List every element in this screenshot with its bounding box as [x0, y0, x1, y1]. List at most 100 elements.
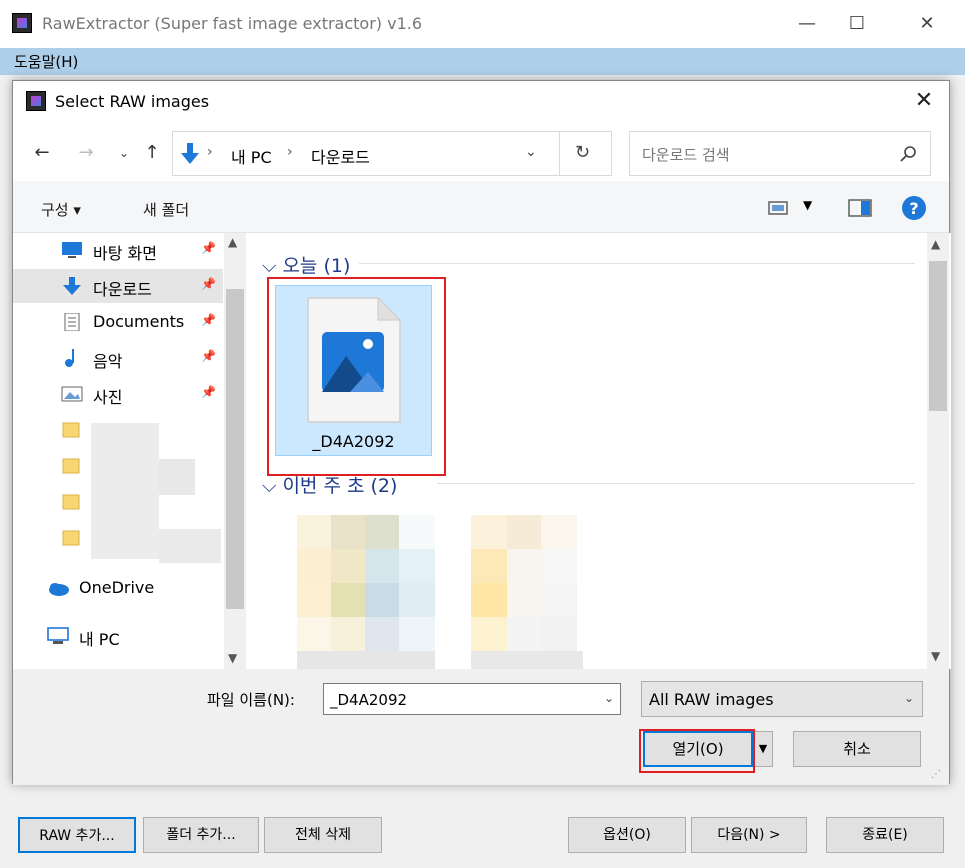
nav-item-music[interactable]: 음악 📌: [13, 341, 223, 375]
menu-help[interactable]: 도움말(H): [14, 51, 78, 72]
nav-item-this-pc[interactable]: 내 PC: [13, 619, 223, 653]
view-dropdown-icon[interactable]: ▼: [803, 198, 812, 212]
filetype-value: All RAW images: [649, 690, 774, 709]
pin-icon: 📌: [201, 241, 216, 255]
content-scroll-thumb[interactable]: [929, 261, 947, 411]
breadcrumb-this-pc[interactable]: 내 PC: [231, 144, 272, 168]
help-icon[interactable]: ?: [901, 195, 927, 221]
nav-item-downloads[interactable]: 다운로드 📌: [13, 269, 223, 303]
filename-label: 파일 이름(N):: [207, 691, 295, 709]
pin-icon: 📌: [201, 349, 216, 363]
downloads-location-icon: [181, 143, 199, 164]
scroll-up-icon[interactable]: ▲: [931, 237, 940, 251]
group-header-today[interactable]: ⌵ 오늘 (1): [262, 251, 350, 278]
nav-item-label: 내 PC: [79, 630, 120, 649]
options-button[interactable]: 옵션(O): [568, 817, 686, 853]
nav-item-desktop[interactable]: 바탕 화면 📌: [13, 233, 223, 267]
resize-grip-icon[interactable]: ⋰: [931, 769, 941, 780]
organize-button[interactable]: 구성 ▾: [41, 199, 81, 220]
computer-icon: [47, 627, 69, 644]
main-titlebar: RawExtractor (Super fast image extractor…: [0, 0, 965, 48]
nav-item-label: 음악: [93, 352, 123, 371]
dialog-bottom-bar: 파일 이름(N): _D4A2092 ⌄ All RAW images ⌄ 열기…: [13, 669, 949, 785]
address-dropdown-chevron-icon[interactable]: ⌄: [525, 144, 537, 160]
nav-item-label: 바탕 화면: [93, 244, 157, 263]
nav-item-onedrive[interactable]: OneDrive: [13, 571, 223, 605]
nav-item-label: 사진: [93, 388, 123, 407]
desktop-icon: [62, 242, 82, 258]
up-arrow-icon[interactable]: ↑: [139, 141, 165, 165]
navigation-pane: 바탕 화면 📌 다운로드 📌 Documents 📌 음악 📌 사진 📌 One…: [13, 233, 247, 669]
back-arrow-icon[interactable]: ←: [29, 141, 55, 165]
group-header-label: 오늘 (1): [282, 255, 351, 277]
nav-scrollbar[interactable]: ▲ ▼: [224, 233, 246, 669]
nav-item-label: 다운로드: [93, 280, 152, 299]
search-input[interactable]: 다운로드 검색: [629, 131, 931, 176]
nav-item-label: Documents: [93, 312, 185, 331]
dialog-close-icon[interactable]: ✕: [909, 87, 939, 115]
recent-locations-chevron-icon[interactable]: ⌄: [111, 141, 137, 165]
cancel-button[interactable]: 취소: [793, 731, 921, 767]
group-header-this-week[interactable]: ⌵ 이번 주 초 (2): [262, 471, 397, 498]
app-icon: [12, 13, 32, 33]
filetype-dropdown-chevron-icon[interactable]: ⌄: [904, 691, 914, 705]
breadcrumb-downloads[interactable]: 다운로드: [311, 144, 370, 168]
search-placeholder: 다운로드 검색: [642, 146, 730, 164]
blurred-folder-names: [91, 423, 159, 559]
filename-value: _D4A2092: [330, 691, 408, 709]
view-options-icon[interactable]: [767, 199, 791, 217]
dialog-toolbar: 구성 ▾ 새 폴더 ▼ ?: [13, 181, 949, 233]
folder-icon: [62, 494, 80, 510]
folder-icon: [62, 530, 80, 546]
refresh-icon[interactable]: ↻: [575, 142, 590, 163]
pictures-icon: [61, 386, 83, 402]
content-scrollbar[interactable]: ▲ ▼: [927, 233, 949, 669]
next-button[interactable]: 다음(N) >: [691, 817, 807, 853]
forward-arrow-icon[interactable]: →: [73, 141, 99, 165]
maximize-icon[interactable]: ☐: [842, 10, 872, 38]
delete-all-button[interactable]: 전체 삭제: [264, 817, 382, 853]
folder-icon: [62, 458, 80, 474]
add-raw-button[interactable]: RAW 추가...: [18, 817, 136, 853]
address-row: ← → ⌄ ↑ › 내 PC › 다운로드 ⌄ ↻ 다운로드 검색: [13, 121, 949, 181]
exit-button[interactable]: 종료(E): [826, 817, 944, 853]
file-open-dialog: Select RAW images ✕ ← → ⌄ ↑ › 내 PC › 다운로…: [12, 80, 951, 785]
nav-item-documents[interactable]: Documents 📌: [13, 305, 223, 339]
filetype-select[interactable]: All RAW images ⌄: [641, 681, 923, 717]
address-bar[interactable]: › 내 PC › 다운로드 ⌄ ↻: [172, 131, 612, 176]
file-list-pane: ⌵ 오늘 (1) _D4A2092 ⌵ 이번 주 초 (2) ▲ ▼: [247, 233, 951, 669]
main-window-title: RawExtractor (Super fast image extractor…: [42, 14, 423, 33]
onedrive-icon: [49, 583, 69, 596]
add-folder-button[interactable]: 폴더 추가...: [143, 817, 259, 853]
new-folder-button[interactable]: 새 폴더: [143, 199, 189, 220]
breadcrumb-separator-icon: ›: [287, 144, 293, 160]
close-icon[interactable]: ✕: [912, 10, 942, 38]
music-icon: [65, 349, 74, 367]
documents-icon: [64, 313, 80, 331]
scroll-down-icon[interactable]: ▼: [228, 651, 237, 665]
folder-icon: [62, 422, 80, 438]
filename-dropdown-chevron-icon[interactable]: ⌄: [604, 691, 614, 705]
breadcrumb-separator-icon: ›: [207, 144, 213, 160]
group-divider: [437, 483, 915, 484]
dialog-title: Select RAW images: [55, 92, 210, 111]
pin-icon: 📌: [201, 313, 216, 327]
minimize-icon[interactable]: —: [792, 10, 822, 38]
pin-icon: 📌: [201, 277, 216, 291]
nav-scroll-thumb[interactable]: [226, 289, 244, 609]
dialog-titlebar: Select RAW images ✕: [13, 81, 949, 121]
scroll-down-icon[interactable]: ▼: [931, 649, 940, 663]
svg-text:?: ?: [909, 199, 918, 218]
filename-input[interactable]: _D4A2092 ⌄: [323, 683, 621, 715]
highlight-box: [267, 277, 446, 476]
dialog-app-icon: [26, 91, 46, 111]
group-header-label: 이번 주 초 (2): [282, 475, 398, 497]
highlight-box: [639, 729, 755, 773]
scroll-up-icon[interactable]: ▲: [228, 235, 237, 249]
search-icon: [900, 146, 916, 162]
nav-item-pictures[interactable]: 사진 📌: [13, 377, 223, 411]
nav-item-label: OneDrive: [79, 578, 155, 597]
address-divider: [559, 132, 560, 175]
preview-pane-icon[interactable]: [847, 198, 873, 218]
open-dropdown-icon[interactable]: ▼: [753, 731, 773, 767]
